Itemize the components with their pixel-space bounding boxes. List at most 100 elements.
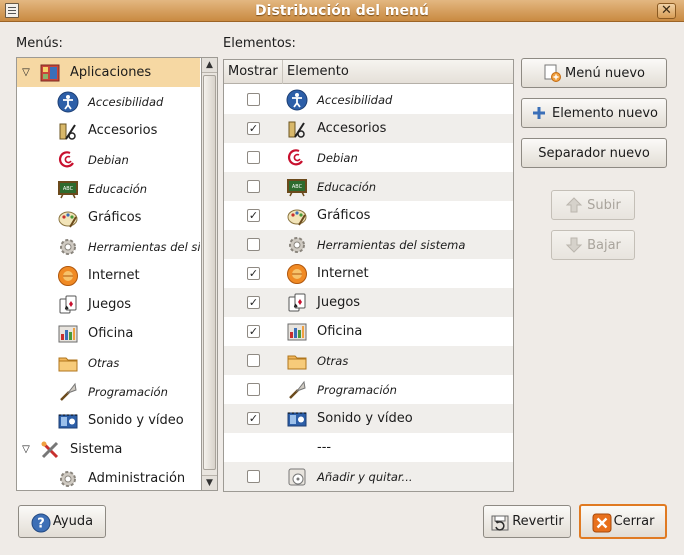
tree-item-label: Herramientas del sistema (88, 239, 200, 254)
debian-icon (57, 149, 79, 171)
table-row[interactable]: Otras (224, 346, 513, 375)
tree-item[interactable]: Sonido y vídeo (17, 406, 200, 435)
new-item-button[interactable]: Elemento nuevo (521, 98, 667, 128)
new-separator-button[interactable]: Separador nuevo (521, 138, 667, 168)
element-label: Programación (317, 382, 397, 397)
tree-item[interactable]: ▽ Aplicaciones (17, 58, 200, 87)
revert-button[interactable]: Revertir (483, 505, 571, 538)
close-icon (592, 513, 612, 532)
expander-arrow-icon[interactable]: ▽ (20, 444, 32, 456)
tree-item-label: Internet (88, 268, 140, 283)
tree-item[interactable]: Internet (17, 261, 200, 290)
system-tools-icon (57, 236, 79, 258)
table-row[interactable]: Programación (224, 375, 513, 404)
graphics-icon (286, 205, 308, 227)
plus-icon (530, 104, 548, 122)
table-row[interactable]: Herramientas del sistema (224, 230, 513, 259)
table-row[interactable]: ✓ Internet (224, 259, 513, 288)
table-row[interactable]: ✓ ♠ Juegos (224, 288, 513, 317)
svg-text:ABC: ABC (63, 186, 74, 192)
tree-item[interactable]: Accesorios (17, 116, 200, 145)
tree-item[interactable]: Debian (17, 145, 200, 174)
scrollbar-thumb[interactable] (203, 75, 216, 470)
scroll-up-arrow-icon[interactable]: ▲ (202, 58, 217, 73)
new-menu-icon (543, 64, 562, 82)
tree-item[interactable]: ABC Educación (17, 174, 200, 203)
show-checkbox[interactable] (247, 383, 260, 396)
column-header-element[interactable]: Elemento (283, 60, 513, 84)
show-checkbox[interactable] (247, 180, 260, 193)
debian-icon (286, 147, 308, 169)
table-row[interactable]: ✓ Oficina (224, 317, 513, 346)
tree-item[interactable]: Herramientas del sistema (17, 232, 200, 261)
graphics-icon (57, 207, 79, 229)
tree-item-label: Accesorios (88, 123, 158, 138)
close-button[interactable]: Cerrar (579, 504, 667, 539)
applications-icon (39, 62, 61, 84)
multimedia-icon (57, 410, 79, 432)
tree-item[interactable]: ♠ Juegos (17, 290, 200, 319)
tree-item[interactable]: Gráficos (17, 203, 200, 232)
element-label: Accesorios (317, 121, 387, 136)
elements-table[interactable]: Mostrar Elemento Accesibilidad ✓ Accesorio… (223, 59, 514, 492)
table-row[interactable]: ✓ Gráficos (224, 201, 513, 230)
administration-icon (57, 468, 79, 490)
window-close-button[interactable]: ✕ (657, 3, 676, 19)
show-checkbox[interactable]: ✓ (247, 209, 260, 222)
move-down-button[interactable]: Bajar (551, 230, 635, 260)
svg-text:ABC: ABC (292, 184, 303, 190)
table-row[interactable]: Debian (224, 143, 513, 172)
expander-arrow-icon[interactable]: ▽ (20, 67, 32, 79)
show-checkbox[interactable]: ✓ (247, 122, 260, 135)
svg-text:?: ? (37, 516, 45, 531)
tree-item[interactable]: Programación (17, 377, 200, 406)
elements-label: Elementos: (223, 36, 296, 51)
separator-row[interactable]: --- (224, 433, 513, 462)
tree-item[interactable]: Accesibilidad (17, 87, 200, 116)
table-row[interactable]: Añadir y quitar... (224, 462, 513, 491)
show-checkbox[interactable] (247, 470, 260, 483)
element-label: Juegos (317, 295, 361, 310)
new-menu-button[interactable]: Menú nuevo (521, 58, 667, 88)
internet-icon (286, 263, 308, 285)
accessibility-icon (286, 89, 308, 111)
office-icon (57, 323, 79, 345)
scroll-down-arrow-icon[interactable]: ▼ (202, 475, 217, 490)
tree-item-label: Accesibilidad (88, 94, 164, 109)
tree-item-label: Sonido y vídeo (88, 413, 184, 428)
column-header-show[interactable]: Mostrar (224, 60, 283, 84)
show-checkbox[interactable] (247, 354, 260, 367)
title-bar: Distribución del menú ✕ (0, 0, 684, 22)
show-checkbox[interactable]: ✓ (247, 412, 260, 425)
element-label: Herramientas del sistema (317, 237, 466, 252)
element-label: Otras (317, 353, 349, 368)
tree-item-label: Gráficos (88, 210, 142, 225)
element-label: Añadir y quitar... (317, 469, 413, 484)
tree-item[interactable]: ▽ Sistema (17, 435, 200, 464)
show-checkbox[interactable] (247, 238, 260, 251)
system-tools-icon (286, 234, 308, 256)
show-checkbox[interactable]: ✓ (247, 325, 260, 338)
window-menu-icon[interactable] (5, 3, 19, 18)
show-checkbox[interactable]: ✓ (247, 296, 260, 309)
tree-item[interactable]: Otras (17, 348, 200, 377)
element-label: Gráficos (317, 208, 371, 223)
table-row[interactable]: ✓ Sonido y vídeo (224, 404, 513, 433)
revert-icon (490, 513, 509, 531)
table-row[interactable]: ABC Educación (224, 172, 513, 201)
tree-item[interactable]: Oficina (17, 319, 200, 348)
table-row[interactable]: ✓ Accesorios (224, 114, 513, 143)
menus-tree[interactable]: ▽ Aplicaciones Accesibilidad Accesorios Debi… (16, 57, 217, 491)
multimedia-icon (286, 408, 308, 430)
tree-item[interactable]: Administración (17, 464, 200, 490)
tree-item-label: Aplicaciones (70, 65, 152, 80)
show-checkbox[interactable]: ✓ (247, 267, 260, 280)
move-up-button[interactable]: Subir (551, 190, 635, 220)
table-row[interactable]: Accesibilidad (224, 85, 513, 114)
tree-item-label: Administración (88, 471, 186, 486)
show-checkbox[interactable] (247, 151, 260, 164)
help-label: Ayuda (52, 514, 94, 529)
help-button[interactable]: ? Ayuda (18, 505, 106, 538)
show-checkbox[interactable] (247, 93, 260, 106)
menus-tree-scrollbar[interactable]: ▲ ▼ (201, 57, 218, 491)
